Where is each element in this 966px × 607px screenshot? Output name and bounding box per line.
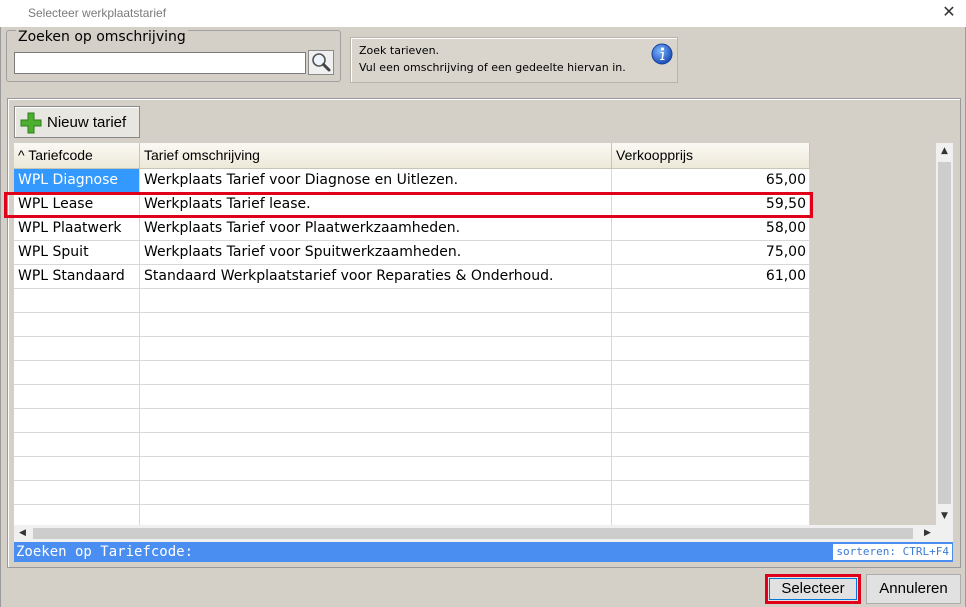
cell-description bbox=[140, 337, 612, 361]
table-row[interactable] bbox=[14, 337, 810, 361]
cell-code: WPL Lease bbox=[14, 193, 140, 217]
cell-description bbox=[140, 409, 612, 433]
cell-price: 58,00 bbox=[612, 217, 810, 241]
grid-empty-area bbox=[810, 143, 934, 528]
cell-description bbox=[140, 313, 612, 337]
cell-price bbox=[612, 481, 810, 505]
select-button-label: Selecteer bbox=[769, 578, 857, 600]
horizontal-scroll-thumb[interactable] bbox=[33, 528, 913, 539]
cell-price bbox=[612, 457, 810, 481]
table-row[interactable]: WPL Plaatwerk Werkplaats Tarief voor Plaa… bbox=[14, 217, 810, 241]
cancel-button[interactable]: Annuleren bbox=[866, 574, 961, 604]
search-legend: Zoeken op omschrijving bbox=[16, 29, 188, 45]
cell-code: WPL Spuit bbox=[14, 241, 140, 265]
new-rate-button[interactable]: Nieuw tarief bbox=[14, 106, 140, 138]
cell-price: 59,50 bbox=[612, 193, 810, 217]
window-title: Selecteer werkplaatstarief bbox=[28, 6, 167, 20]
cell-price bbox=[612, 313, 810, 337]
cell-price bbox=[612, 337, 810, 361]
vertical-scroll-thumb[interactable] bbox=[938, 162, 951, 504]
cell-description bbox=[140, 481, 612, 505]
status-label: Zoeken op Tariefcode: bbox=[16, 544, 194, 560]
table-row[interactable] bbox=[14, 313, 810, 337]
cell-price bbox=[612, 361, 810, 385]
table-row[interactable]: WPL Spuit Werkplaats Tarief voor Spuitwer… bbox=[14, 241, 810, 265]
cell-code: WPL Plaatwerk bbox=[14, 217, 140, 241]
scroll-right-icon[interactable]: ▶ bbox=[919, 525, 936, 542]
cell-code bbox=[14, 481, 140, 505]
search-input[interactable] bbox=[14, 52, 306, 74]
cell-description bbox=[140, 361, 612, 385]
column-header-description[interactable]: Tarief omschrijving bbox=[140, 143, 612, 169]
cell-description: Standaard Werkplaatstarief voor Reparati… bbox=[140, 265, 612, 289]
close-icon[interactable]: ✕ bbox=[940, 3, 958, 21]
cell-description: Werkplaats Tarief voor Spuitwerkzaamhede… bbox=[140, 241, 612, 265]
cell-price bbox=[612, 433, 810, 457]
search-button[interactable] bbox=[308, 50, 334, 75]
plus-icon bbox=[20, 112, 42, 134]
scroll-down-icon[interactable]: ▼ bbox=[936, 508, 953, 525]
cell-description: Werkplaats Tarief voor Diagnose en Uitle… bbox=[140, 169, 612, 193]
magnifier-icon bbox=[312, 53, 331, 72]
cell-description bbox=[140, 433, 612, 457]
cell-price bbox=[612, 409, 810, 433]
select-button[interactable]: Selecteer bbox=[765, 574, 861, 604]
title-bar: Selecteer werkplaatstarief ✕ bbox=[0, 0, 966, 27]
info-line-1: Zoek tarieven. bbox=[359, 44, 440, 57]
status-bar: Zoeken op Tariefcode: sorteren: CTRL+F4 bbox=[14, 542, 953, 562]
cell-code bbox=[14, 457, 140, 481]
cell-code: WPL Standaard bbox=[14, 265, 140, 289]
rates-table[interactable]: ^ Tariefcode Tarief omschrijving Verkoop… bbox=[14, 143, 934, 528]
cell-price bbox=[612, 289, 810, 313]
info-box: Zoek tarieven. Vul een omschrijving of e… bbox=[350, 37, 678, 83]
info-icon bbox=[651, 43, 673, 65]
cell-description bbox=[140, 289, 612, 313]
table-row[interactable] bbox=[14, 457, 810, 481]
cell-code bbox=[14, 337, 140, 361]
cell-price: 65,00 bbox=[612, 169, 810, 193]
cell-code: WPL Diagnose bbox=[14, 169, 140, 193]
vertical-scrollbar[interactable]: ▲ ▼ bbox=[936, 143, 953, 525]
scroll-corner bbox=[936, 525, 953, 542]
table-row[interactable] bbox=[14, 481, 810, 505]
cell-code bbox=[14, 433, 140, 457]
table-row[interactable] bbox=[14, 409, 810, 433]
table-row[interactable] bbox=[14, 433, 810, 457]
cell-description: Werkplaats Tarief lease. bbox=[140, 193, 612, 217]
cell-price bbox=[612, 385, 810, 409]
table-row[interactable]: WPL Diagnose Werkplaats Tarief voor Diagn… bbox=[14, 169, 810, 193]
info-line-2: Vul een omschrijving of een gedeelte hie… bbox=[359, 61, 626, 74]
scroll-up-icon[interactable]: ▲ bbox=[936, 143, 953, 160]
table-row[interactable]: WPL Lease Werkplaats Tarief lease. 59,50 bbox=[14, 193, 810, 217]
cell-code bbox=[14, 409, 140, 433]
column-header-price[interactable]: Verkoopprijs bbox=[612, 143, 810, 169]
scroll-left-icon[interactable]: ◀ bbox=[14, 525, 31, 542]
cell-price: 75,00 bbox=[612, 241, 810, 265]
cell-code bbox=[14, 361, 140, 385]
new-rate-label: Nieuw tarief bbox=[47, 114, 127, 131]
cell-price: 61,00 bbox=[612, 265, 810, 289]
cell-code bbox=[14, 289, 140, 313]
sort-hint: sorteren: CTRL+F4 bbox=[833, 544, 952, 560]
column-header-code[interactable]: ^ Tariefcode bbox=[14, 143, 140, 169]
cell-code bbox=[14, 385, 140, 409]
table-row[interactable]: WPL Standaard Standaard Werkplaatstarief … bbox=[14, 265, 810, 289]
cell-description bbox=[140, 457, 612, 481]
table-row[interactable] bbox=[14, 385, 810, 409]
table-row[interactable] bbox=[14, 361, 810, 385]
cell-code bbox=[14, 313, 140, 337]
horizontal-scrollbar[interactable]: ◀ ▶ bbox=[14, 525, 936, 542]
cell-description bbox=[140, 385, 612, 409]
table-row[interactable] bbox=[14, 289, 810, 313]
cell-description: Werkplaats Tarief voor Plaatwerkzaamhede… bbox=[140, 217, 612, 241]
